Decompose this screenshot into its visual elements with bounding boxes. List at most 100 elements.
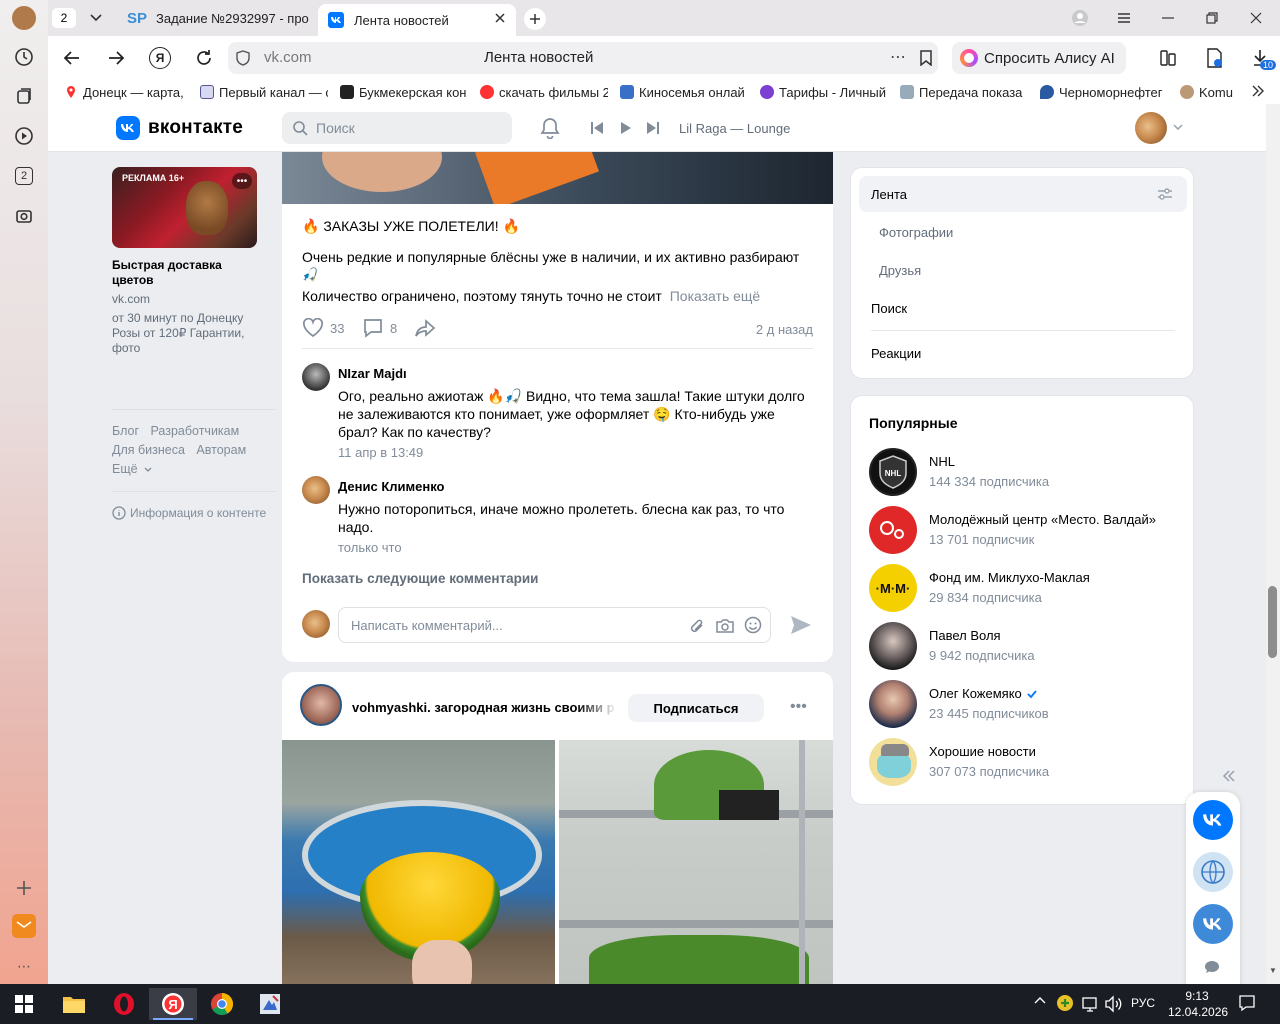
add-icon[interactable] [12, 876, 36, 900]
play-track-icon[interactable] [620, 121, 632, 135]
comment-avatar[interactable] [302, 476, 330, 504]
vk-widget-icon[interactable] [1193, 800, 1233, 840]
new-tab-button[interactable] [524, 8, 546, 30]
file-explorer-icon[interactable] [50, 988, 98, 1020]
vk-search-input[interactable]: Поиск [282, 112, 512, 144]
bookmark-item[interactable]: Черноморнефтег [1040, 85, 1168, 100]
more-links-button[interactable]: Ещё [112, 462, 152, 476]
collapse-panel-icon[interactable] [1222, 770, 1236, 782]
post-image[interactable] [282, 152, 833, 204]
chat-bubble-icon[interactable] [1204, 960, 1220, 974]
ad-title[interactable]: Быстрая доставка цветов [112, 258, 262, 288]
popular-item[interactable]: ·M·M· Фонд им. Миклухо-Маклая 29 834 под… [869, 564, 1189, 614]
menu-item-photos[interactable]: Фотографии [859, 214, 1187, 250]
bookmark-item[interactable]: Донецк — карта, с [64, 85, 188, 100]
mail-icon[interactable] [12, 914, 36, 938]
app-icon[interactable] [246, 988, 294, 1020]
bookmark-item[interactable]: Букмекерская кон [340, 85, 468, 100]
account-icon[interactable] [1070, 8, 1090, 28]
filter-settings-icon[interactable] [1157, 187, 1173, 201]
show-next-comments-link[interactable]: Показать следующие комментарии [302, 571, 538, 586]
news-widget-icon[interactable] [1193, 852, 1233, 892]
downloads-icon[interactable]: 10 [1248, 46, 1277, 70]
profile-avatar[interactable] [12, 6, 36, 30]
bookmark-item[interactable]: Первый канал — с [200, 85, 328, 100]
volume-icon[interactable] [1104, 995, 1124, 1013]
camera-icon[interactable] [715, 617, 735, 635]
language-indicator[interactable]: РУС [1131, 996, 1155, 1010]
collections-icon[interactable] [12, 84, 36, 108]
page-scrollbar[interactable]: ▼ [1266, 104, 1280, 984]
ask-alice-button[interactable]: Спросить Алису AI [952, 42, 1126, 74]
next-track-icon[interactable] [646, 121, 660, 135]
comment-author[interactable]: Денис Клименко [338, 479, 445, 494]
tab-counter-icon[interactable]: 2 [12, 164, 36, 188]
ad-image[interactable]: РЕКЛАМА 16+ ••• [112, 167, 257, 248]
shield-icon[interactable] [236, 50, 250, 66]
player-track-title[interactable]: Lil Raga — Lounge [679, 121, 790, 136]
history-icon[interactable] [12, 45, 36, 69]
comment-author[interactable]: NIzar Majdı [338, 366, 407, 381]
bookmark-item[interactable]: Киносемья онлай [620, 85, 748, 100]
more-dots-icon[interactable]: ⋯ [12, 954, 36, 978]
content-info-link[interactable]: Информация о контенте [112, 506, 266, 520]
menu-item-feed[interactable]: Лента [859, 176, 1187, 212]
authors-link[interactable]: Авторам [196, 443, 246, 457]
yandex-browser-icon[interactable]: Я [149, 988, 197, 1020]
bookmark-item[interactable]: Тарифы - Личный [760, 85, 888, 100]
more-options-icon[interactable]: ⋯ [890, 47, 907, 67]
tab-counter-button[interactable]: 2 [52, 8, 76, 28]
popular-item[interactable]: Хорошие новости 307 073 подписчика [869, 738, 1189, 788]
opera-icon[interactable] [100, 988, 148, 1020]
post-photo-seedlings[interactable] [559, 740, 833, 984]
chrome-icon[interactable] [198, 988, 246, 1020]
bookmark-item[interactable]: скачать фильмы 2 [480, 85, 608, 100]
tab-news-feed[interactable]: Лента новостей [318, 4, 516, 36]
more-bookmarks-icon[interactable] [1252, 85, 1264, 97]
yandex-icon[interactable]: Я [148, 46, 172, 70]
clock[interactable]: 9:13 12.04.2026 [1168, 988, 1228, 1020]
menu-item-friends[interactable]: Друзья [859, 252, 1187, 288]
post-time[interactable]: 2 д назад [756, 322, 813, 337]
back-icon[interactable] [60, 46, 84, 70]
tab-task[interactable]: SP Задание №2932997 - про [118, 4, 312, 32]
business-link[interactable]: Для бизнеса [112, 443, 185, 457]
bookmark-item[interactable]: Передача показа [900, 85, 1028, 100]
tray-chevron-up-icon[interactable] [1034, 996, 1046, 1004]
community-name[interactable]: vohmyashki. загородная жизнь своими р [352, 700, 617, 715]
extension-icon[interactable] [1202, 46, 1226, 70]
play-icon[interactable] [12, 124, 36, 148]
scrollbar-thumb[interactable] [1268, 586, 1277, 658]
user-avatar[interactable] [1135, 112, 1167, 144]
vk-logo[interactable]: вконтакте [116, 116, 243, 140]
community-avatar[interactable] [300, 684, 342, 726]
minimize-icon[interactable] [1158, 8, 1178, 28]
reload-icon[interactable] [192, 46, 216, 70]
close-window-icon[interactable] [1246, 8, 1266, 28]
menu-icon[interactable] [1114, 8, 1134, 28]
tray-status-icon[interactable] [1057, 995, 1073, 1011]
bookmark-item[interactable]: Komu [1180, 85, 1240, 100]
tab-list-chevron-icon[interactable] [84, 8, 108, 28]
comment-input[interactable]: Написать комментарий... [338, 607, 771, 643]
post-photo-pool[interactable] [282, 740, 555, 984]
ad-more-icon[interactable]: ••• [232, 173, 252, 189]
developers-link[interactable]: Разработчикам [151, 424, 240, 438]
windows-start-icon[interactable] [0, 988, 48, 1020]
emoji-icon[interactable] [744, 616, 762, 634]
menu-item-search[interactable]: Поиск [859, 290, 1187, 326]
menu-item-reactions[interactable]: Реакции [859, 335, 1187, 371]
notifications-bell-icon[interactable] [540, 117, 560, 139]
send-icon[interactable] [790, 615, 812, 635]
profile-menu-chevron-icon[interactable] [1173, 124, 1183, 130]
post-menu-icon[interactable]: ••• [790, 698, 807, 716]
like-button[interactable]: 33 [302, 318, 344, 338]
comment-time[interactable]: 11 апр в 13:49 [338, 445, 423, 460]
popular-item[interactable]: NHL NHL 144 334 подписчика [869, 448, 1189, 498]
attach-icon[interactable] [689, 617, 705, 635]
reader-icon[interactable] [1156, 46, 1180, 70]
share-button[interactable] [414, 318, 436, 338]
bookmark-icon[interactable] [920, 50, 932, 66]
previous-track-icon[interactable] [590, 121, 604, 135]
scroll-down-arrow-icon[interactable]: ▼ [1269, 966, 1277, 975]
